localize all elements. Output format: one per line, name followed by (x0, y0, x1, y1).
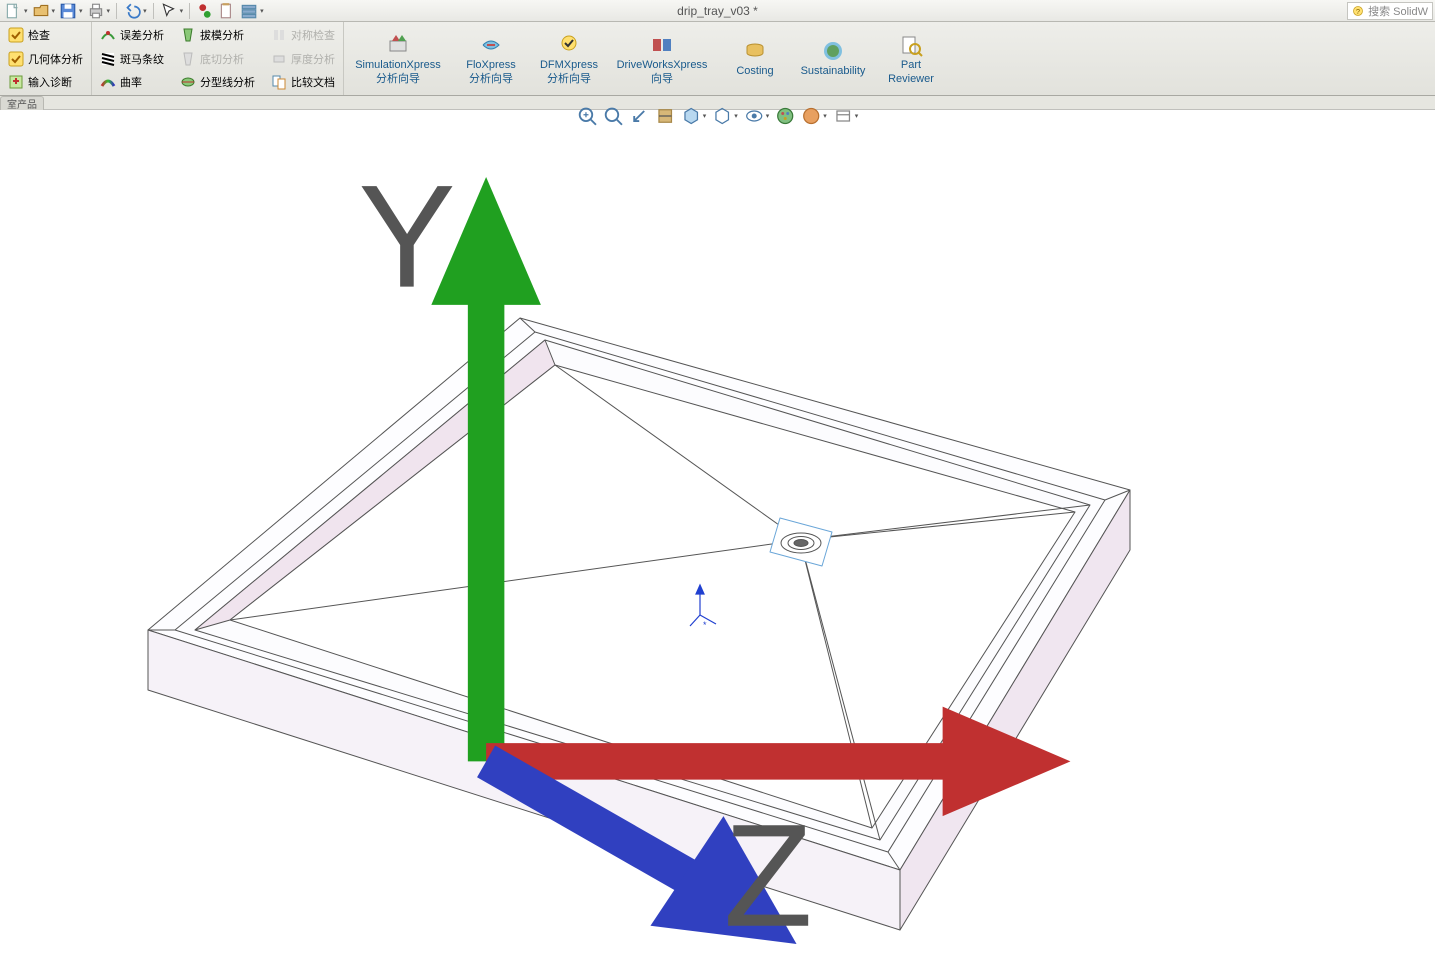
graphics-viewport[interactable]: * Y Z (0, 110, 1435, 950)
draft-analysis-button[interactable]: 拔模分析 (178, 24, 257, 46)
ribbon-toolbar: 检查 几何体分析 输入诊断 误差分析 斑马条纹 曲率 拔模分析 (0, 22, 1435, 96)
edit-appearance-button[interactable] (775, 106, 795, 126)
geometry-analysis-label: 几何体分析 (28, 51, 83, 67)
select-cursor-button[interactable] (160, 2, 178, 20)
zoom-to-fit-button[interactable] (577, 106, 597, 126)
simulationxpress-button[interactable]: SimulationXpress 分析向导 (344, 22, 452, 95)
view-settings-button[interactable] (833, 106, 853, 126)
part-reviewer-button[interactable]: Part Reviewer (872, 22, 950, 95)
floxpress-button[interactable]: FloXpress 分析向导 (452, 22, 530, 95)
zebra-stripes-button[interactable]: 斑马条纹 (98, 48, 166, 70)
search-box[interactable]: ? 搜索 SolidW (1347, 2, 1433, 20)
floxpress-label-2: 分析向导 (469, 73, 513, 85)
search-placeholder: 搜索 SolidW (1368, 3, 1428, 19)
save-button[interactable] (59, 2, 77, 20)
import-diagnostics-button[interactable]: 输入诊断 (6, 71, 85, 93)
dropdown-caret-icon[interactable]: ▾ (79, 7, 83, 15)
draft-analysis-label: 拔模分析 (200, 27, 244, 43)
curvature-label: 曲率 (120, 74, 142, 90)
view-orientation-button[interactable] (681, 106, 701, 126)
costing-button[interactable]: Costing (716, 22, 794, 95)
part-reviewer-label-1: Part (901, 59, 921, 71)
display-style-button[interactable] (712, 106, 732, 126)
symmetry-check-label: 对称检查 (291, 27, 335, 43)
quick-access-toolbar: ▾ ▾ ▾ ▾ ▾ ▾ ▾ (0, 0, 268, 21)
undercut-analysis-label: 底切分析 (200, 51, 244, 67)
section-view-button[interactable] (655, 106, 675, 126)
undo-button[interactable] (123, 2, 141, 20)
driveworksxpress-label-2: 向导 (651, 73, 673, 85)
new-doc-button[interactable] (4, 2, 22, 20)
deviation-analysis-label: 误差分析 (120, 27, 164, 43)
simulationxpress-label-1: SimulationXpress (355, 59, 441, 71)
geometry-analysis-button[interactable]: 几何体分析 (6, 48, 85, 70)
apply-scene-button[interactable] (801, 106, 821, 126)
compare-documents-button[interactable]: 比较文档 (269, 71, 337, 93)
curvature-button[interactable]: 曲率 (98, 71, 166, 93)
import-diagnostics-label: 输入诊断 (28, 74, 72, 90)
coordinate-triad: Y Z (6, 104, 1435, 944)
dropdown-caret-icon[interactable]: ▾ (107, 7, 111, 15)
dropdown-caret-icon[interactable]: ▾ (855, 112, 859, 120)
zebra-stripes-label: 斑马条纹 (120, 51, 164, 67)
ribbon-group-analysis-2: 拔模分析 底切分析 分型线分析 (172, 22, 263, 95)
compare-documents-label: 比较文档 (291, 74, 335, 90)
dropdown-caret-icon[interactable]: ▾ (260, 7, 264, 15)
ribbon-group-analysis-3: 对称检查 厚度分析 比较文档 (263, 22, 344, 95)
help-icon: ? (1352, 5, 1364, 17)
costing-label-1: Costing (736, 65, 773, 77)
dropdown-caret-icon[interactable]: ▾ (180, 7, 184, 15)
ribbon-group-analysis-1: 误差分析 斑马条纹 曲率 (92, 22, 172, 95)
rebuild-button[interactable] (196, 2, 214, 20)
dfmxpress-button[interactable]: DFMXpress 分析向导 (530, 22, 608, 95)
file-properties-button[interactable] (218, 2, 236, 20)
sustainability-button[interactable]: Sustainability (794, 22, 872, 95)
dfmxpress-label-1: DFMXpress (540, 59, 598, 71)
svg-text:Y: Y (358, 155, 455, 318)
sustainability-label-1: Sustainability (801, 65, 866, 77)
undercut-analysis-button: 底切分析 (178, 48, 257, 70)
dropdown-caret-icon[interactable]: ▾ (734, 112, 738, 120)
zoom-to-area-button[interactable] (603, 106, 623, 126)
dropdown-caret-icon[interactable]: ▾ (52, 7, 56, 15)
parting-line-analysis-button[interactable]: 分型线分析 (178, 71, 257, 93)
previous-view-button[interactable] (629, 106, 649, 126)
thickness-analysis-label: 厚度分析 (291, 51, 335, 67)
ribbon-group-evaluate: 检查 几何体分析 输入诊断 (0, 22, 92, 95)
parting-line-analysis-label: 分型线分析 (200, 74, 255, 90)
dropdown-caret-icon[interactable]: ▾ (24, 7, 28, 15)
svg-text:Z: Z (724, 794, 813, 944)
dfmxpress-label-2: 分析向导 (547, 73, 591, 85)
dropdown-caret-icon[interactable]: ▾ (823, 112, 827, 120)
deviation-analysis-button[interactable]: 误差分析 (98, 24, 166, 46)
hide-show-button[interactable] (744, 106, 764, 126)
check-label: 检查 (28, 27, 50, 43)
simulationxpress-label-2: 分析向导 (376, 73, 420, 85)
part-reviewer-label-2: Reviewer (888, 73, 934, 85)
dropdown-caret-icon[interactable]: ▾ (703, 112, 707, 120)
check-button[interactable]: 检查 (6, 24, 85, 46)
driveworksxpress-label-1: DriveWorksXpress (617, 59, 708, 71)
symmetry-check-button: 对称检查 (269, 24, 337, 46)
open-doc-button[interactable] (32, 2, 50, 20)
thickness-analysis-button: 厚度分析 (269, 48, 337, 70)
dropdown-caret-icon[interactable]: ▾ (766, 112, 770, 120)
floxpress-label-1: FloXpress (466, 59, 516, 71)
options-button[interactable] (240, 2, 258, 20)
svg-text:?: ? (1356, 7, 1360, 16)
print-button[interactable] (87, 2, 105, 20)
heads-up-view-toolbar: ▾ ▾ ▾ ▾ ▾ (573, 104, 863, 128)
dropdown-caret-icon[interactable]: ▾ (143, 7, 147, 15)
title-bar: ▾ ▾ ▾ ▾ ▾ ▾ ▾ drip_tray_v03 * ? 搜索 So (0, 0, 1435, 22)
driveworksxpress-button[interactable]: DriveWorksXpress 向导 (608, 22, 716, 95)
